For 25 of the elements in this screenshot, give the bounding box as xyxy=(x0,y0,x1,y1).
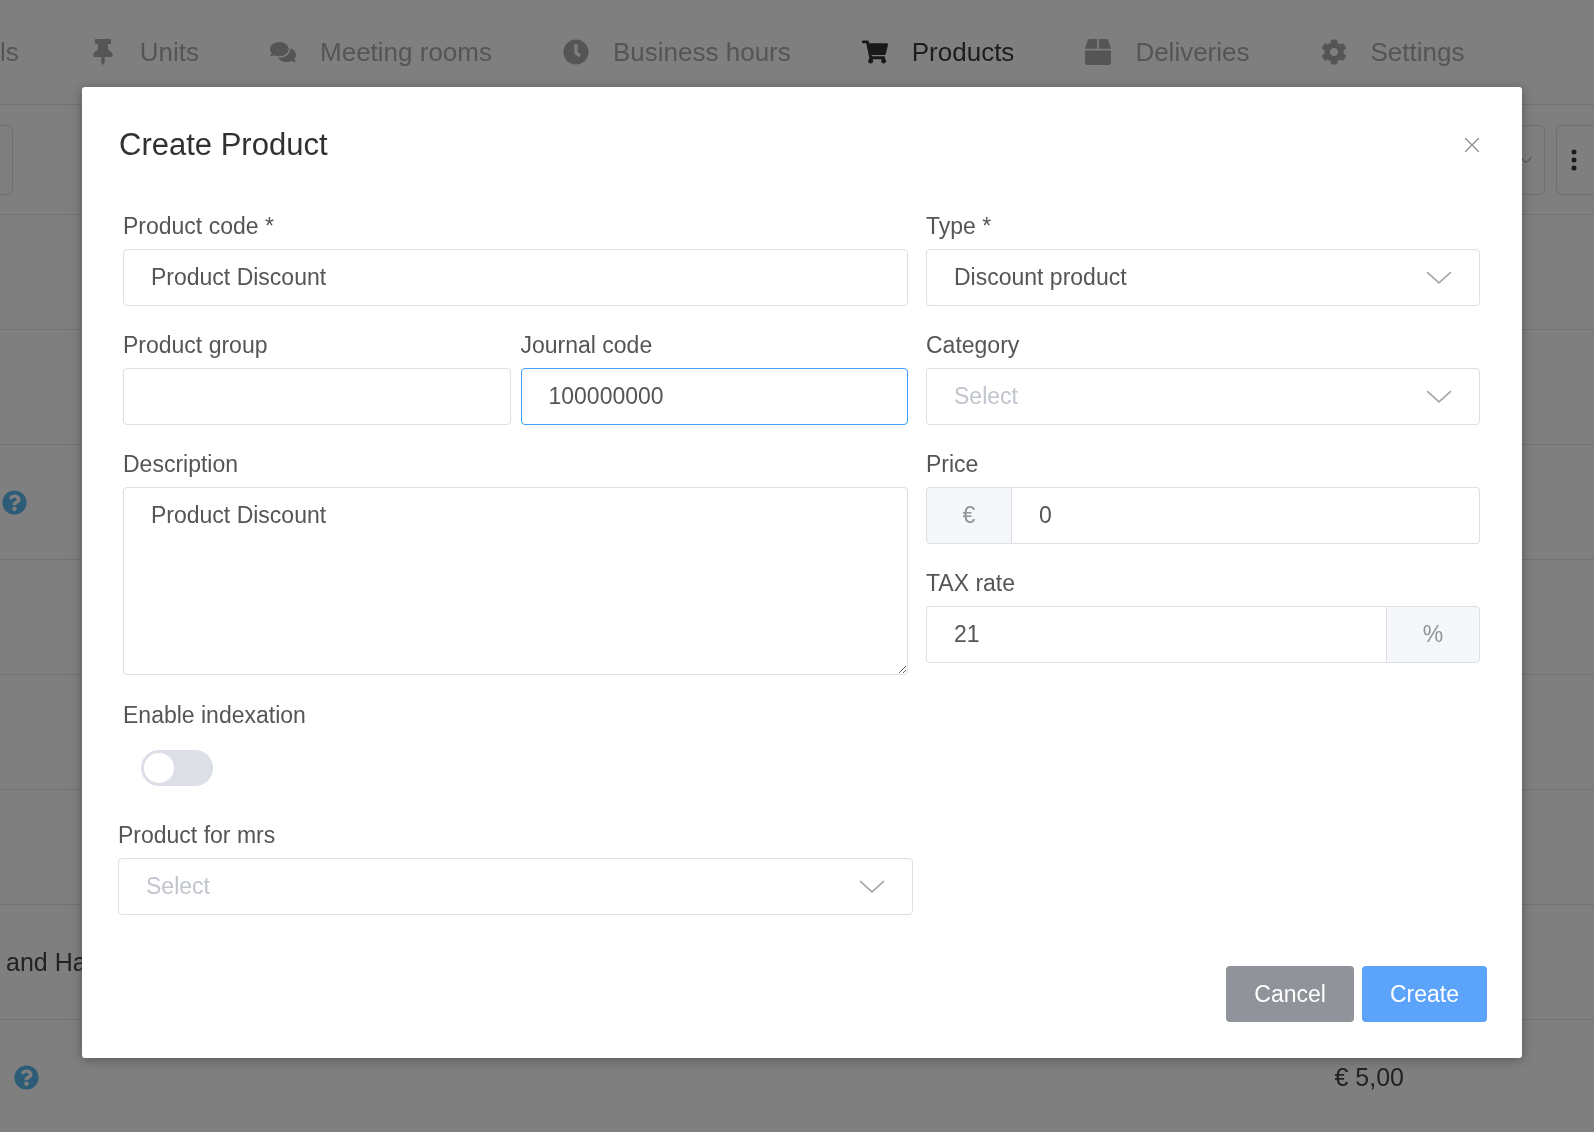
price-text: € 5,00 xyxy=(1334,1062,1404,1092)
field-label: Product group xyxy=(123,331,269,359)
field-label: Price xyxy=(926,450,980,478)
field-label: Journal code xyxy=(520,331,654,359)
field-label: Description xyxy=(123,450,240,478)
product-code-field[interactable]: Product Discount xyxy=(123,249,908,306)
select-field[interactable]: Select xyxy=(926,368,1480,425)
create-button[interactable]: Create xyxy=(1361,966,1487,1022)
select-field[interactable]: Select xyxy=(118,858,913,915)
field-label: Type * xyxy=(926,212,993,240)
field-label: Product for mrs xyxy=(118,821,277,849)
currency-addon: € xyxy=(926,487,1012,544)
price-field[interactable]: 0 xyxy=(1012,487,1480,544)
cancel-button[interactable]: Cancel xyxy=(1226,966,1354,1022)
nav-tab[interactable]: Products xyxy=(861,36,1015,68)
percent-addon: % xyxy=(1386,606,1480,663)
description-field[interactable]: Product Discount xyxy=(123,487,908,675)
field-label: TAX rate xyxy=(926,569,1017,597)
tax-rate-field[interactable]: 21 xyxy=(926,606,1386,663)
dialog-title: Create Product xyxy=(119,127,328,163)
journal-code-field[interactable]: 100000000 xyxy=(520,368,908,425)
field-label: Enable indexation xyxy=(123,701,307,729)
field-label: Product code * xyxy=(123,212,275,240)
select-field[interactable]: Discount product xyxy=(926,249,1480,306)
field-label: Category xyxy=(926,331,1021,359)
